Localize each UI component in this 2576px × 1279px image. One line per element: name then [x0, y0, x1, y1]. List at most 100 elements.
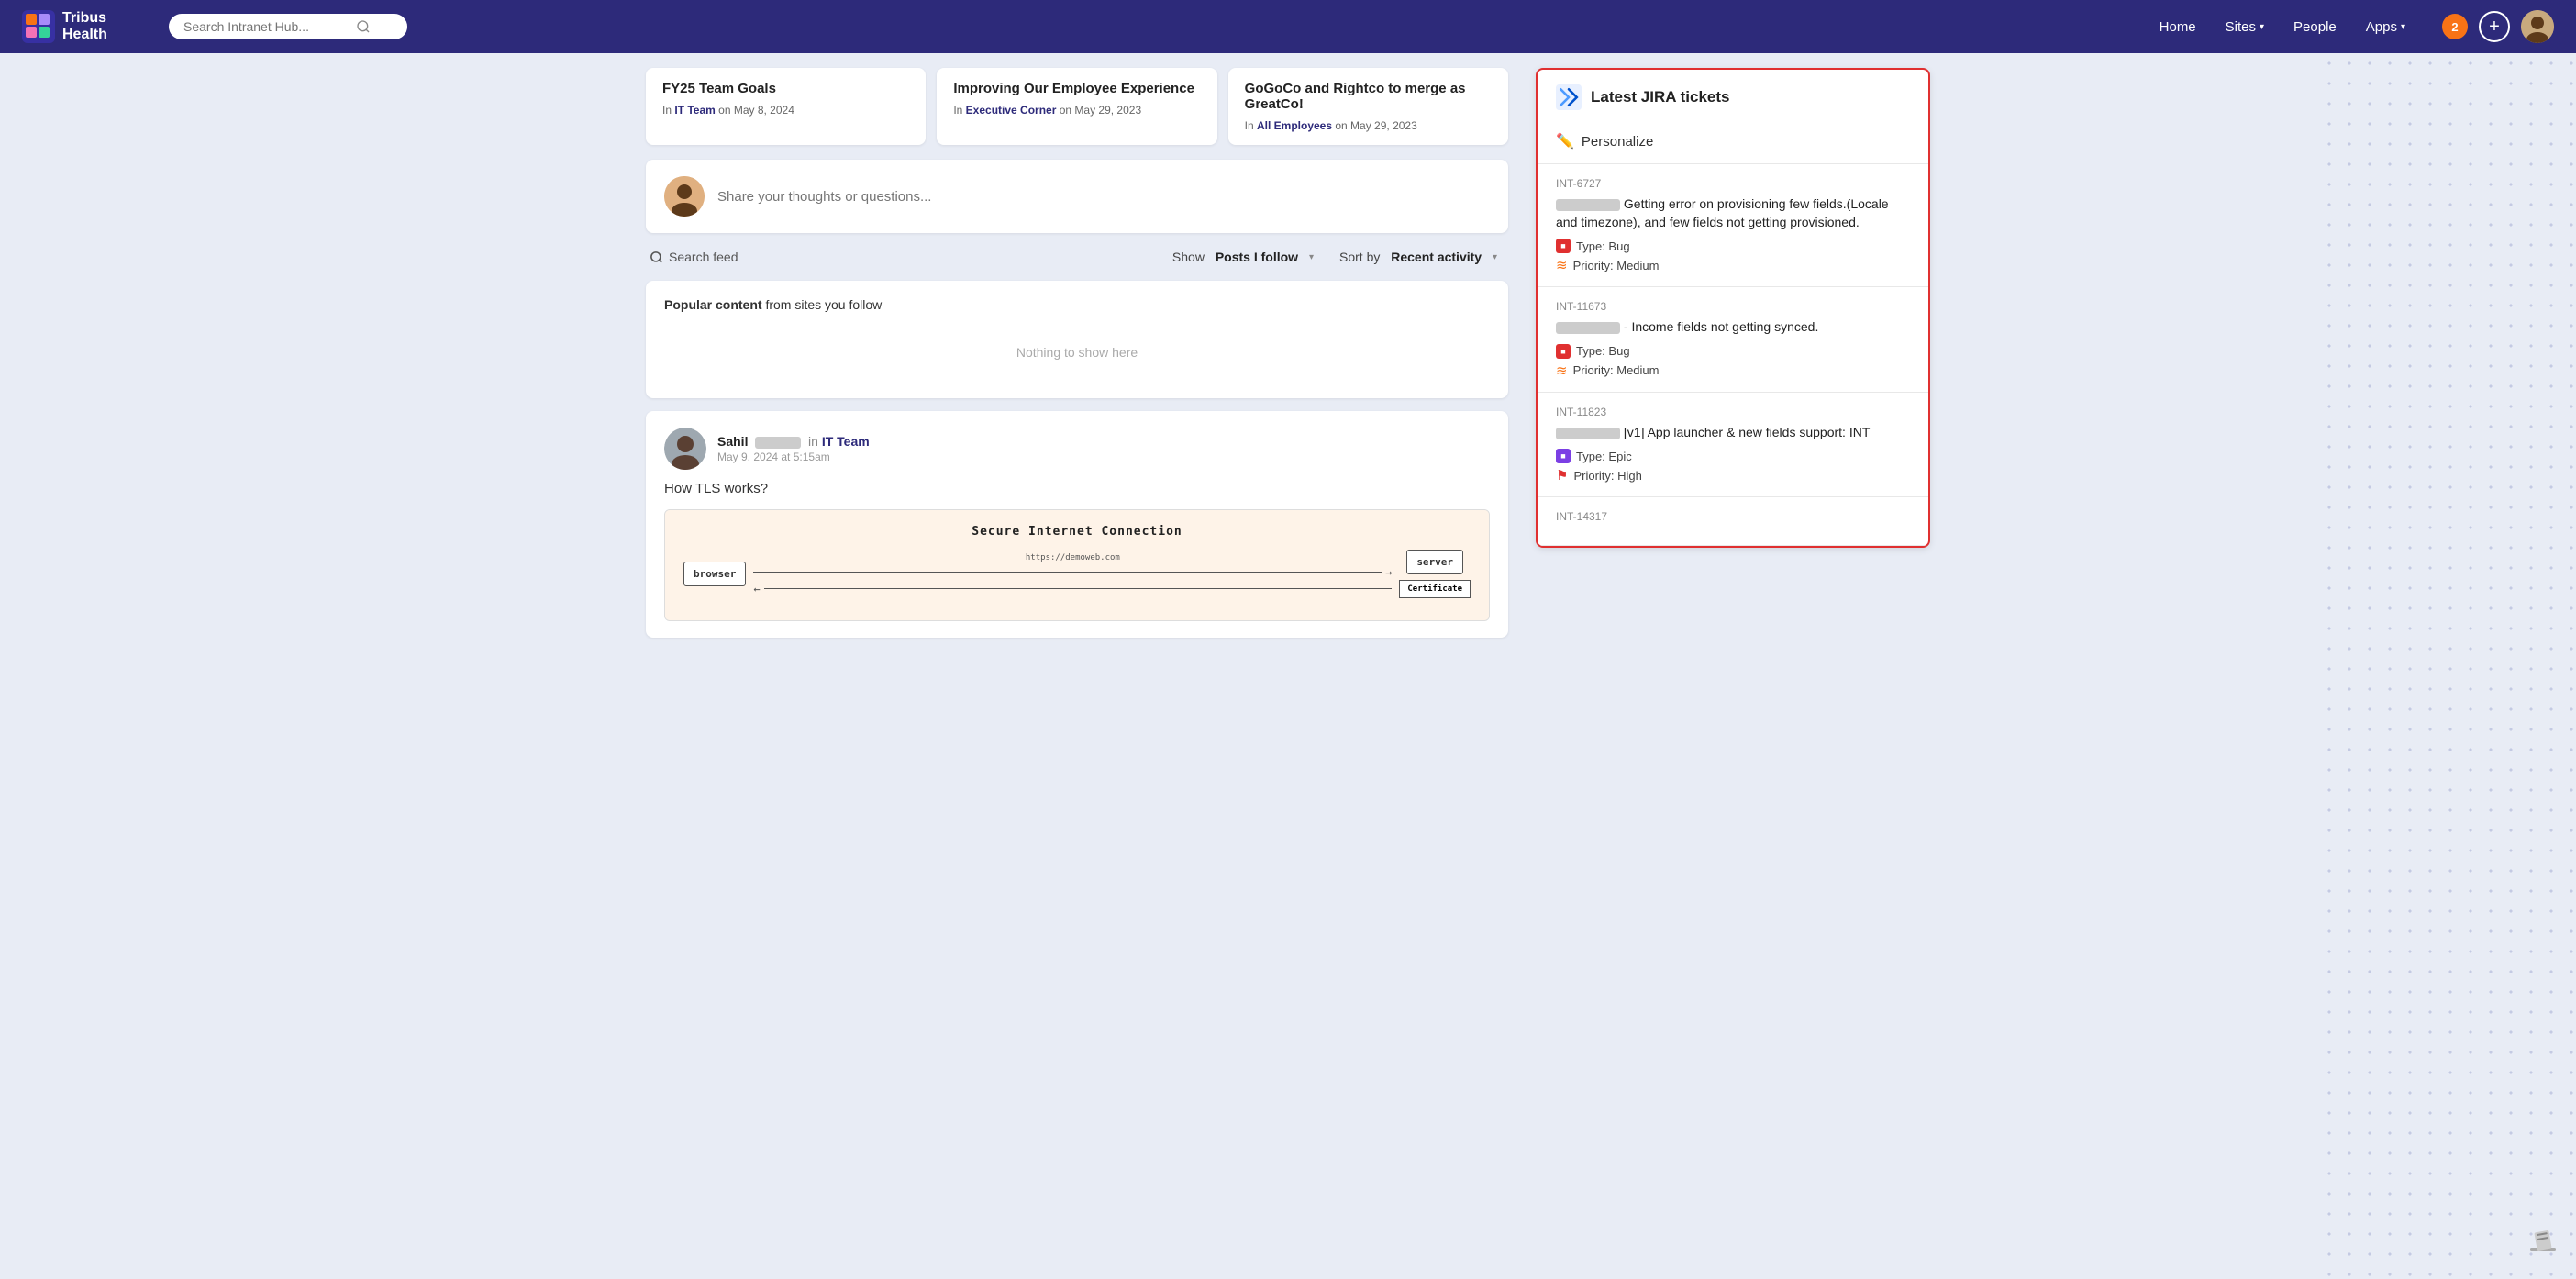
post-meta: Sahil in IT Team May 9, 2024 at 5:15am [717, 434, 1490, 463]
edit-pencil-icon [2528, 1226, 2558, 1255]
ticket-2-id: INT-11673 [1556, 300, 1910, 313]
ticket-3-type: ■ Type: Epic [1556, 449, 1910, 463]
ticket-2-priority: ≋ Priority: Medium [1556, 362, 1910, 379]
top-card-2-team: Executive Corner [966, 104, 1057, 117]
top-card-1[interactable]: FY25 Team Goals In IT Team on May 8, 202… [646, 68, 926, 145]
user-avatar-button[interactable] [2521, 10, 2554, 43]
ticket-1-id: INT-6727 [1556, 177, 1910, 190]
jira-ticket-1[interactable]: INT-6727 Getting error on provisioning f… [1538, 164, 1928, 287]
tls-diagram: Secure Internet Connection browser https… [665, 510, 1489, 620]
sort-chevron-icon: ▾ [1493, 252, 1497, 262]
page-wrapper: FY25 Team Goals In IT Team on May 8, 202… [0, 53, 2576, 1279]
top-card-1-team: IT Team [674, 104, 715, 117]
ticket-2-tags: ■ Type: Bug ≋ Priority: Medium [1556, 344, 1910, 379]
top-card-3-meta: In All Employees on May 29, 2023 [1245, 119, 1492, 132]
search-bar[interactable] [169, 14, 407, 39]
jira-ticket-4[interactable]: INT-14317 [1538, 497, 1928, 546]
post-author-line: Sahil in IT Team [717, 434, 1490, 449]
ticket-2-blurred [1556, 322, 1620, 334]
main-nav: Home Sites ▾ People Apps ▾ [2160, 19, 2405, 35]
post-content: How TLS works? [664, 481, 1490, 496]
top-card-2-title: Improving Our Employee Experience [953, 81, 1200, 96]
sort-by-dropdown[interactable]: Sort by Recent activity ▾ [1332, 246, 1505, 268]
search-input[interactable] [183, 19, 349, 34]
top-cards-row: FY25 Team Goals In IT Team on May 8, 202… [646, 68, 1508, 145]
top-card-3[interactable]: GoGoCo and Rightco to merge as GreatCo! … [1228, 68, 1508, 145]
jira-widget-title: Latest JIRA tickets [1591, 88, 1729, 106]
post-composer [646, 160, 1508, 233]
priority-medium-icon: ≋ [1556, 257, 1568, 273]
popular-content-card: Popular content from sites you follow No… [646, 281, 1508, 398]
watermark-icon[interactable] [2528, 1226, 2558, 1261]
composer-avatar [664, 176, 705, 217]
sites-chevron-icon: ▾ [2260, 22, 2264, 32]
user-avatar-icon [2521, 10, 2554, 43]
ticket-2-type: ■ Type: Bug [1556, 344, 1910, 359]
jira-header: Latest JIRA tickets [1538, 70, 1928, 123]
feed-column: FY25 Team Goals In IT Team on May 8, 202… [627, 53, 1527, 652]
ticket-3-title: [v1] App launcher & new fields support: … [1556, 424, 1910, 442]
ticket-1-priority: ≋ Priority: Medium [1556, 257, 1910, 273]
top-card-1-title: FY25 Team Goals [662, 81, 909, 96]
show-chevron-icon: ▾ [1309, 252, 1314, 262]
nav-home[interactable]: Home [2160, 19, 2196, 35]
personalize-label: Personalize [1582, 134, 1653, 150]
jira-ticket-3[interactable]: INT-11823 [v1] App launcher & new fields… [1538, 393, 1928, 498]
ticket-4-id: INT-14317 [1556, 510, 1910, 523]
logo-icon [22, 10, 55, 43]
add-button[interactable]: + [2479, 11, 2510, 42]
logo-text: Tribus Health [62, 10, 107, 42]
nav-apps[interactable]: Apps ▾ [2366, 19, 2405, 35]
ticket-1-tags: ■ Type: Bug ≋ Priority: Medium [1556, 239, 1910, 273]
tls-arrows: https://demoweb.com → ← [753, 553, 1392, 595]
ticket-3-blurred [1556, 428, 1620, 439]
priority-high-icon: ⚑ [1556, 467, 1568, 484]
search-icon [356, 19, 371, 34]
post-card: Sahil in IT Team May 9, 2024 at 5:15am H… [646, 411, 1508, 638]
jira-icon [1556, 84, 1582, 110]
post-image: Secure Internet Connection browser https… [664, 509, 1490, 621]
ticket-3-id: INT-11823 [1556, 406, 1910, 418]
post-date: May 9, 2024 at 5:15am [717, 450, 1490, 463]
jira-ticket-2[interactable]: INT-11673 - Income fields not getting sy… [1538, 287, 1928, 393]
ticket-2-title: - Income fields not getting synced. [1556, 318, 1910, 337]
composer-avatar-icon [664, 176, 705, 217]
top-card-1-meta: In IT Team on May 8, 2024 [662, 104, 909, 117]
tls-browser-box: browser [683, 562, 746, 586]
feed-controls: Search feed Show Posts I follow ▾ Sort b… [646, 246, 1508, 268]
feed-controls-right: Show Posts I follow ▾ Sort by Recent act… [1165, 246, 1505, 268]
ticket-3-priority: ⚑ Priority: High [1556, 467, 1910, 484]
empty-message: Nothing to show here [664, 323, 1490, 382]
nav-actions: 2 + [2442, 10, 2554, 43]
right-column: Latest JIRA tickets ✏️ Personalize INT-6… [1527, 53, 1949, 652]
ticket-3-tags: ■ Type: Epic ⚑ Priority: High [1556, 449, 1910, 484]
post-author-avatar-img [664, 428, 706, 470]
top-card-2[interactable]: Improving Our Employee Experience In Exe… [937, 68, 1216, 145]
epic-icon: ■ [1556, 449, 1571, 463]
nav-people[interactable]: People [2293, 19, 2337, 35]
header: Tribus Health Home Sites ▾ People Apps ▾… [0, 0, 2576, 53]
author-last-name-blurred [755, 437, 801, 449]
feed-search-button[interactable]: Search feed [650, 250, 738, 264]
top-card-2-meta: In Executive Corner on May 29, 2023 [953, 104, 1200, 117]
priority-medium-icon-2: ≋ [1556, 362, 1568, 379]
apps-chevron-icon: ▾ [2401, 22, 2405, 32]
show-posts-dropdown[interactable]: Show Posts I follow ▾ [1165, 246, 1321, 268]
post-author-avatar[interactable] [664, 428, 706, 470]
search-icon [650, 250, 663, 264]
ticket-1-title: Getting error on provisioning few fields… [1556, 195, 1910, 231]
main-layout: FY25 Team Goals In IT Team on May 8, 202… [627, 53, 1949, 652]
top-card-3-team: All Employees [1257, 119, 1332, 132]
nav-sites[interactable]: Sites ▾ [2226, 19, 2264, 35]
personalize-button[interactable]: ✏️ Personalize [1538, 123, 1928, 164]
logo[interactable]: Tribus Health [22, 10, 150, 43]
popular-card-title: Popular content from sites you follow [664, 297, 1490, 312]
bug-icon-2: ■ [1556, 344, 1571, 359]
tls-cert-box: Certificate [1399, 580, 1471, 598]
ticket-1-type: ■ Type: Bug [1556, 239, 1910, 253]
jira-widget: Latest JIRA tickets ✏️ Personalize INT-6… [1536, 68, 1930, 548]
content-layer: FY25 Team Goals In IT Team on May 8, 202… [0, 53, 2576, 652]
composer-input[interactable] [717, 189, 1490, 205]
top-card-3-title: GoGoCo and Rightco to merge as GreatCo! [1245, 81, 1492, 112]
notification-badge[interactable]: 2 [2442, 14, 2468, 39]
